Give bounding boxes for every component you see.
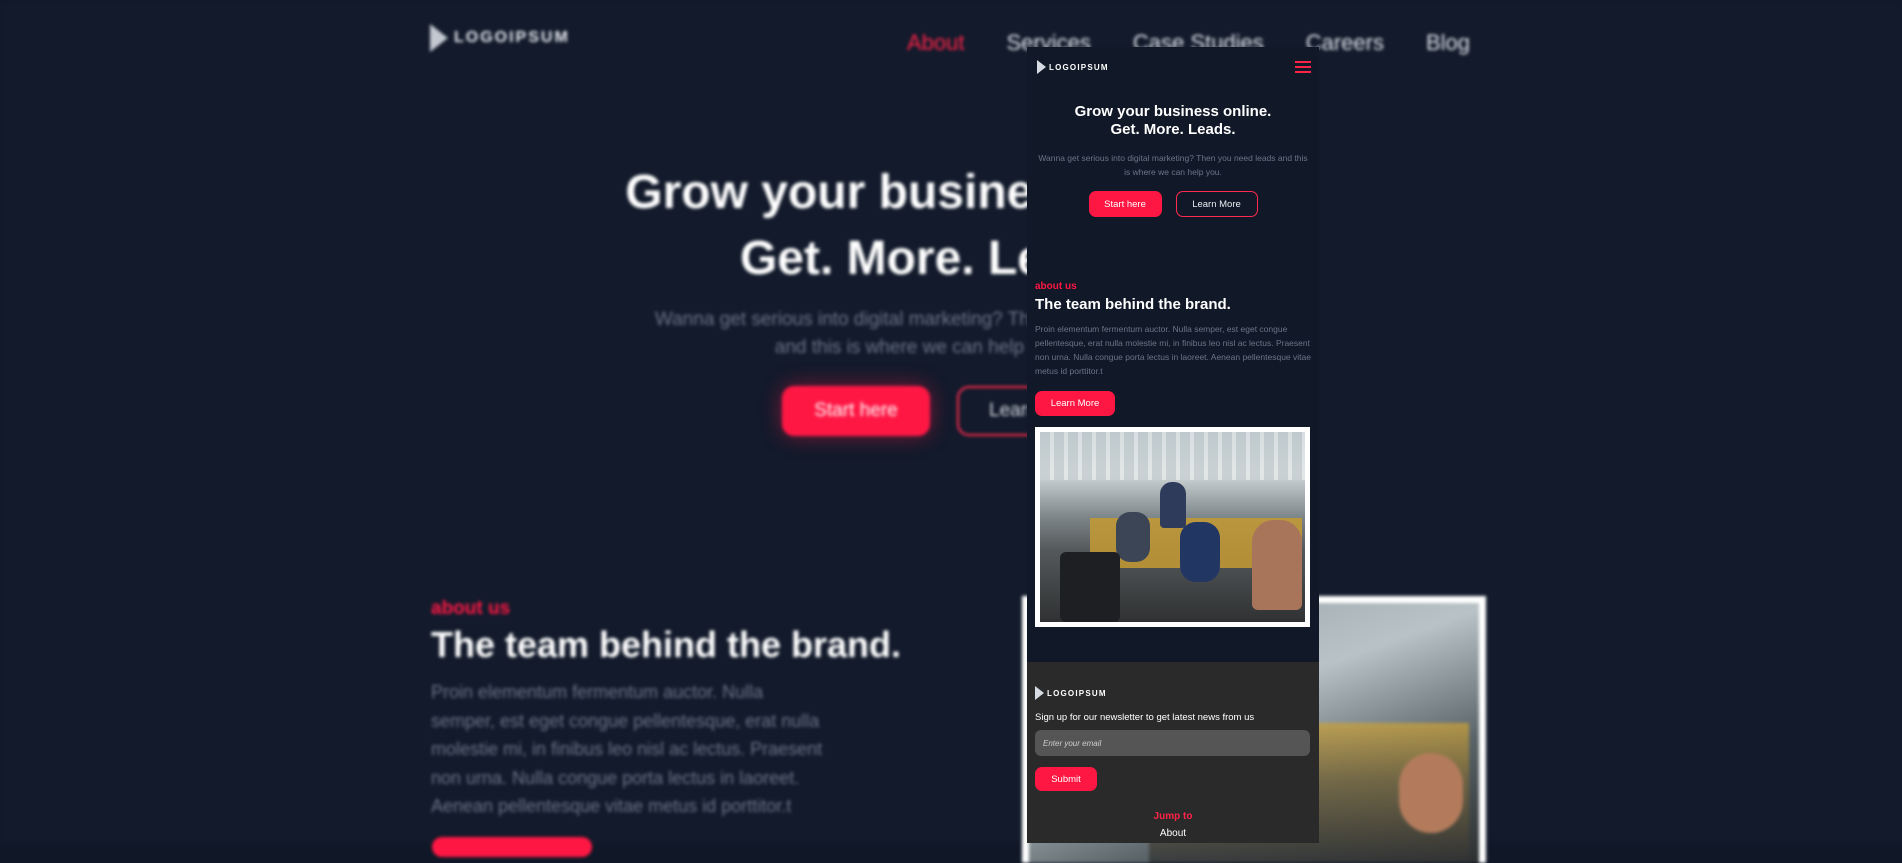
logo-icon: [1035, 686, 1044, 700]
mobile-footer: LOGOIPSUM Sign up for our newsletter to …: [1027, 662, 1319, 843]
submit-button[interactable]: Submit: [1035, 767, 1097, 791]
desktop-about-body: Proin elementum fermentum auctor. Nulla …: [431, 682, 823, 816]
mobile-hero-line1: Grow your business online.: [1074, 103, 1272, 120]
photo-person: [1116, 512, 1150, 562]
desktop-start-button[interactable]: Start here: [782, 386, 930, 436]
logo-text: LOGOIPSUM: [1047, 688, 1107, 698]
photo-person: [1180, 522, 1220, 582]
photo-person: [1160, 482, 1186, 528]
about-learn-more-button[interactable]: Learn More: [1035, 391, 1115, 416]
about-body: Proin elementum fermentum auctor. Nulla …: [1035, 324, 1311, 376]
footer-logo[interactable]: LOGOIPSUM: [1035, 686, 1311, 700]
logo-icon: [1037, 60, 1046, 74]
mobile-hero-subtitle: Wanna get serious into digital marketing…: [1038, 153, 1308, 177]
learn-more-button[interactable]: Learn More: [1175, 191, 1258, 217]
nav-link-blog[interactable]: Blog: [1426, 30, 1470, 56]
mobile-logo[interactable]: LOGOIPSUM: [1037, 60, 1109, 74]
team-photo-image: [1040, 432, 1305, 622]
about-title: The team behind the brand.: [1035, 296, 1231, 313]
about-label: about us: [1035, 281, 1077, 292]
logo-text: LOGOIPSUM: [1049, 62, 1109, 72]
start-here-button[interactable]: Start here: [1088, 191, 1162, 217]
desktop-about-button[interactable]: [432, 837, 592, 857]
mobile-header: LOGOIPSUM: [1027, 47, 1319, 87]
mobile-hero-title: Grow your business online. Get. More. Le…: [1027, 103, 1319, 139]
photo-windows: [1040, 432, 1305, 480]
photo-chair: [1060, 552, 1120, 622]
team-photo: [1035, 427, 1310, 627]
mobile-about-section: about us The team behind the brand. Proi…: [1027, 281, 1319, 627]
nav-link-about[interactable]: About: [907, 30, 965, 56]
photo-person: [1252, 520, 1302, 610]
desktop-about-title: The team behind the brand.: [431, 624, 902, 665]
newsletter-text: Sign up for our newsletter to get latest…: [1035, 712, 1255, 723]
logo-text: LOGOIPSUM: [454, 29, 570, 46]
hamburger-menu-icon[interactable]: [1295, 61, 1311, 73]
jump-link-about[interactable]: About: [1035, 828, 1311, 839]
mobile-preview: LOGOIPSUM Grow your business online. Get…: [1027, 47, 1319, 843]
jump-to-heading: Jump to: [1153, 811, 1193, 822]
email-input[interactable]: [1035, 730, 1310, 756]
logo-icon: [430, 24, 448, 52]
mobile-hero-buttons: Start here Learn More: [1027, 191, 1319, 217]
desktop-background: LOGOIPSUM About Services Case Studies Ca…: [0, 0, 1902, 863]
mobile-hero-line2: Get. More. Leads.: [1110, 121, 1236, 138]
photo-person: [1399, 753, 1463, 833]
desktop-about-label: about us: [431, 598, 511, 619]
